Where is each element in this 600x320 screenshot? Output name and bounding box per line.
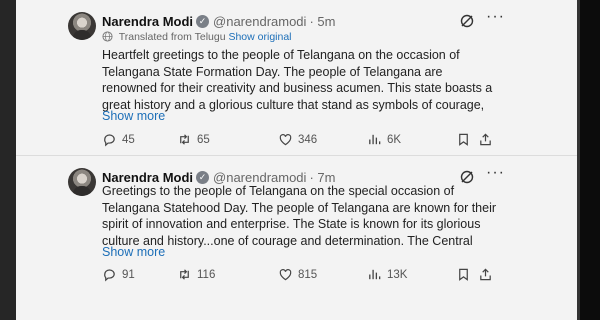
bookmark-icon	[459, 268, 468, 281]
like-count: 815	[298, 268, 318, 281]
share-button[interactable]	[478, 267, 493, 282]
show-more-link[interactable]: Show more	[102, 245, 165, 259]
tweet-actions: 45 65 346 6K	[102, 132, 502, 150]
like-button[interactable]: 815	[278, 267, 317, 282]
tweet-2[interactable]: Narendra Modi ✓ @narendramodi · 7m ··· G…	[16, 156, 577, 320]
views-icon	[369, 134, 381, 145]
globe-icon	[102, 31, 113, 42]
reply-count: 45	[122, 133, 135, 146]
tweet-text: Greetings to the people of Telangana on …	[102, 184, 497, 248]
view-count: 6K	[387, 133, 402, 146]
tweet-text: Heartfelt greetings to the people of Tel…	[102, 48, 493, 112]
heart-icon	[279, 269, 292, 281]
tweet-time[interactable]: · 5m	[309, 14, 335, 29]
more-icon[interactable]: ···	[486, 9, 504, 25]
avatar[interactable]	[68, 12, 96, 40]
reply-button[interactable]: 91	[102, 267, 135, 282]
show-more-link[interactable]: Show more	[102, 109, 165, 123]
like-button[interactable]: 346	[278, 132, 317, 147]
reply-icon	[104, 134, 115, 147]
timeline-panel: Narendra Modi ✓ @narendramodi · 5m ··· T…	[16, 0, 577, 320]
retweet-button[interactable]: 65	[177, 132, 210, 147]
views-icon	[369, 269, 381, 280]
verified-badge-icon: ✓	[196, 170, 210, 184]
right-dark-edge	[580, 0, 600, 320]
left-dark-edge	[0, 0, 16, 320]
views-button[interactable]: 13K	[367, 267, 407, 282]
author-handle[interactable]: @narendramodi	[213, 14, 306, 29]
retweet-button[interactable]: 116	[177, 267, 215, 282]
grok-icon[interactable]	[459, 13, 475, 29]
tweet-actions: 91 116 815 13K	[102, 267, 502, 285]
translated-label: Translated from Telugu	[118, 31, 226, 43]
like-count: 346	[298, 133, 318, 146]
tweet-header: Narendra Modi ✓ @narendramodi · 5m	[102, 12, 335, 30]
views-button[interactable]: 6K	[367, 132, 401, 147]
more-icon[interactable]: ···	[486, 165, 504, 181]
heart-icon	[279, 134, 292, 146]
author-name[interactable]: Narendra Modi	[102, 14, 193, 29]
bookmark-icon	[459, 133, 468, 146]
share-icon	[480, 268, 491, 281]
share-button[interactable]	[478, 132, 493, 147]
retweet-icon	[180, 269, 189, 280]
bookmark-button[interactable]	[456, 267, 471, 282]
translation-note: Translated from Telugu Show original	[102, 31, 292, 43]
avatar[interactable]	[68, 168, 96, 196]
retweet-icon	[180, 134, 189, 145]
reply-button[interactable]: 45	[102, 132, 135, 147]
retweet-count: 116	[197, 268, 216, 281]
share-icon	[480, 133, 491, 146]
reply-count: 91	[122, 268, 135, 281]
verified-badge-icon: ✓	[196, 14, 210, 28]
view-count: 13K	[387, 268, 408, 281]
tweet-1[interactable]: Narendra Modi ✓ @narendramodi · 5m ··· T…	[16, 0, 577, 155]
bookmark-button[interactable]	[456, 132, 471, 147]
reply-icon	[104, 269, 115, 282]
retweet-count: 65	[197, 133, 210, 146]
show-original-link[interactable]: Show original	[228, 31, 291, 43]
